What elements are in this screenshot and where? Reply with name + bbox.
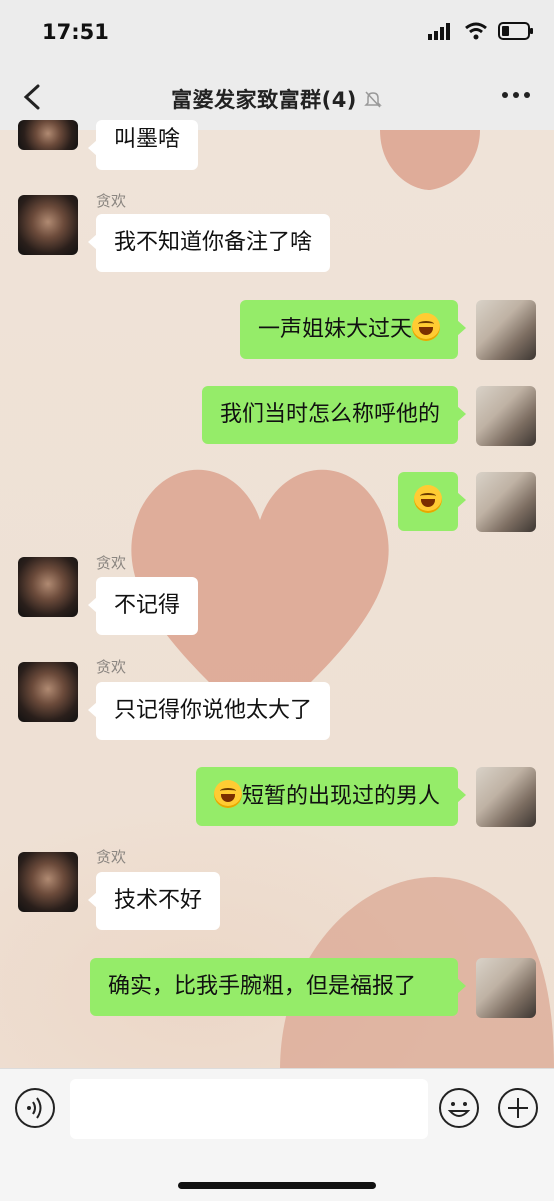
avatar[interactable] — [476, 300, 536, 360]
input-bar — [0, 1068, 554, 1201]
chat-title-container: 富婆发家致富群(4) — [0, 84, 554, 114]
message-bubble[interactable]: 我们当时怎么称呼他的 — [201, 386, 467, 444]
message-text: 一声姐妹大过天 — [257, 317, 412, 342]
message-bubble[interactable]: 叫墨啥 — [87, 120, 199, 170]
chat-title: 富婆发家致富群(4) — [171, 88, 357, 112]
avatar[interactable] — [476, 767, 536, 827]
home-indicator — [178, 1182, 376, 1189]
tears-of-joy-emoji-icon — [414, 485, 442, 513]
message-bubble[interactable]: 一声姐妹大过天 — [239, 300, 467, 359]
sender-name: 贪欢 — [96, 848, 127, 866]
heart-decoration-top — [380, 130, 480, 190]
message-input[interactable] — [70, 1079, 428, 1139]
status-bar: 17:51 — [0, 0, 554, 64]
emoji-picker-icon[interactable] — [438, 1087, 480, 1129]
message-text: 短暂的出现过的男人 — [241, 784, 440, 809]
avatar[interactable] — [18, 557, 78, 617]
avatar[interactable] — [476, 958, 536, 1018]
heart-decoration-bottom — [280, 876, 554, 1070]
message-bubble[interactable] — [398, 472, 466, 531]
more-options-icon[interactable] — [502, 92, 530, 98]
status-icons — [428, 22, 534, 40]
tears-of-joy-emoji-icon — [412, 313, 440, 341]
wifi-icon — [465, 22, 487, 40]
message-bubble[interactable]: 不记得 — [87, 577, 199, 635]
cellular-signal-icon — [428, 23, 450, 40]
message-bubble[interactable]: 确实，比我手腕粗，但是福报了 — [90, 958, 466, 1016]
sender-name: 贪欢 — [96, 658, 127, 676]
avatar[interactable] — [476, 386, 536, 446]
status-time: 17:51 — [42, 20, 109, 44]
loudly-crying-emoji-icon — [213, 780, 242, 808]
avatar[interactable] — [476, 472, 536, 532]
message-bubble[interactable]: 技术不好 — [87, 872, 221, 930]
avatar[interactable] — [18, 120, 78, 150]
battery-icon — [498, 22, 533, 40]
chat-header: 富婆发家致富群(4) — [0, 64, 554, 130]
avatar[interactable] — [18, 852, 78, 912]
avatar[interactable] — [18, 195, 78, 255]
sender-name: 贪欢 — [96, 554, 127, 572]
add-attachment-icon[interactable] — [497, 1087, 539, 1129]
message-bubble[interactable]: 短暂的出现过的男人 — [195, 767, 467, 826]
mute-bell-icon — [364, 91, 382, 108]
voice-input-icon[interactable] — [14, 1087, 56, 1129]
avatar[interactable] — [18, 662, 78, 722]
sender-name: 贪欢 — [96, 192, 127, 210]
message-bubble[interactable]: 我不知道你备注了啥 — [87, 214, 331, 272]
message-bubble[interactable]: 只记得你说他太大了 — [87, 682, 331, 740]
